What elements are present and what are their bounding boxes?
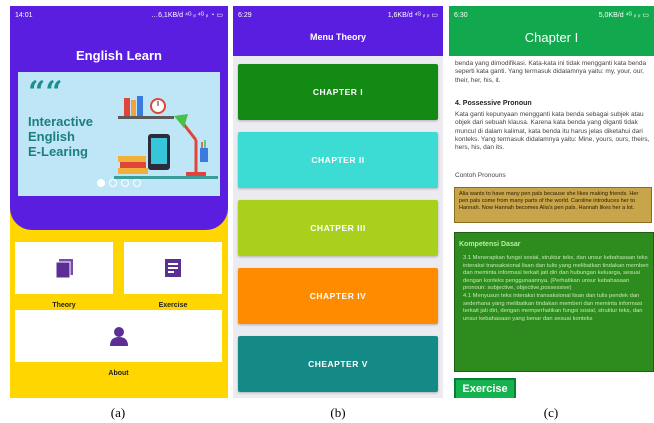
caption-a: (a)	[110, 405, 126, 420]
chapter-5-button[interactable]: CHEAPTER V	[238, 336, 438, 392]
phone-menu-theory: 6:29 1,6KB/d ⁴ᴳ ᵢₗ ᵢₗ ▭ Menu Theory CHAP…	[233, 6, 443, 398]
person-icon	[109, 327, 128, 346]
status-time: 6:29	[238, 11, 252, 19]
book-stack-icon	[55, 259, 73, 279]
banner-text: Interactive English E-Learing	[28, 114, 128, 159]
theory-tile-button[interactable]: Theory	[15, 242, 113, 309]
chapter-4-button[interactable]: CHAPTER IV	[238, 268, 438, 324]
status-time: 14:01	[15, 11, 33, 19]
carousel-dot[interactable]	[109, 179, 117, 187]
exercise-button[interactable]: Exercise	[454, 378, 516, 398]
status-bar: 6:29 1,6KB/d ⁴ᴳ ᵢₗ ᵢₗ ▭	[233, 6, 443, 24]
section-heading: 4. Possessive Pronoun	[455, 100, 532, 107]
about-tile-button[interactable]: About	[15, 310, 222, 377]
status-time: 6:30	[454, 11, 468, 19]
example-label: Contoh Pronouns	[455, 172, 506, 179]
kompetensi-title: Kompetensi Dasar	[459, 241, 521, 248]
status-bar: 14:01 …6,1KB/d ⁴ᴳ ᵢₗ ⁴ᴳ ᵢₗ ◔ ▭	[10, 6, 228, 24]
content-paragraph: benda yang dimodifikasi. Kata-kata ini t…	[455, 60, 647, 84]
example-box: Alia wants to have many pen pals because…	[454, 187, 652, 223]
phone-home-screen: 14:01 …6,1KB/d ⁴ᴳ ᵢₗ ⁴ᴳ ᵢₗ ◔ ▭ English L…	[10, 6, 228, 398]
screen-title: Chapter I	[524, 30, 579, 45]
banner-carousel[interactable]: ““ Interactive English E-Learing	[18, 72, 220, 196]
banner-line: Interactive	[28, 114, 94, 129]
app-title: English Learn	[76, 48, 162, 63]
about-label: About	[108, 370, 129, 377]
exercise-sheet-icon	[165, 259, 181, 277]
banner-line: E-Learing	[28, 144, 88, 159]
phone-chapter-content: 6:30 5,0KB/d ⁴ᴳ ᵢₗ ᵢₗ ▭ Chapter I benda …	[449, 6, 654, 398]
exercise-tile-button[interactable]: Exercise	[124, 242, 222, 309]
chapter-2-button[interactable]: CHAPTER II	[238, 132, 438, 188]
exercise-label: Exercise	[158, 302, 188, 309]
status-icons: 1,6KB/d ⁴ᴳ ᵢₗ ᵢₗ ▭	[387, 12, 438, 19]
carousel-dot[interactable]	[97, 179, 105, 187]
theory-label: Theory	[52, 302, 76, 309]
carousel-dot[interactable]	[133, 179, 141, 187]
quote-mark: ““	[28, 75, 63, 110]
status-icons: 5,0KB/d ⁴ᴳ ᵢₗ ᵢₗ ▭	[598, 12, 649, 19]
caption-b: (b)	[330, 405, 346, 420]
banner-line: English	[28, 129, 75, 144]
kompetensi-body: 3.1 Menerapkan fungsi sosial, struktur t…	[463, 255, 649, 322]
content-paragraph: Kata ganti kepunyaan mengganti kata bend…	[455, 111, 650, 152]
chapter-3-button[interactable]: CHATPER III	[238, 200, 438, 256]
caption-c: (c)	[543, 405, 559, 420]
carousel-dot[interactable]	[121, 179, 129, 187]
status-icons: …6,1KB/d ⁴ᴳ ᵢₗ ⁴ᴳ ᵢₗ ◔ ▭	[151, 12, 223, 19]
study-illustration-icon	[114, 96, 218, 179]
chapter-1-button[interactable]: CHAPTER I	[238, 64, 438, 120]
status-bar: 6:30 5,0KB/d ⁴ᴳ ᵢₗ ᵢₗ ▭	[449, 6, 654, 24]
carousel-indicator	[10, 179, 228, 187]
screen-title: Menu Theory	[309, 32, 366, 42]
kompetensi-panel: Kompetensi Dasar 3.1 Menerapkan fungsi s…	[454, 232, 654, 372]
